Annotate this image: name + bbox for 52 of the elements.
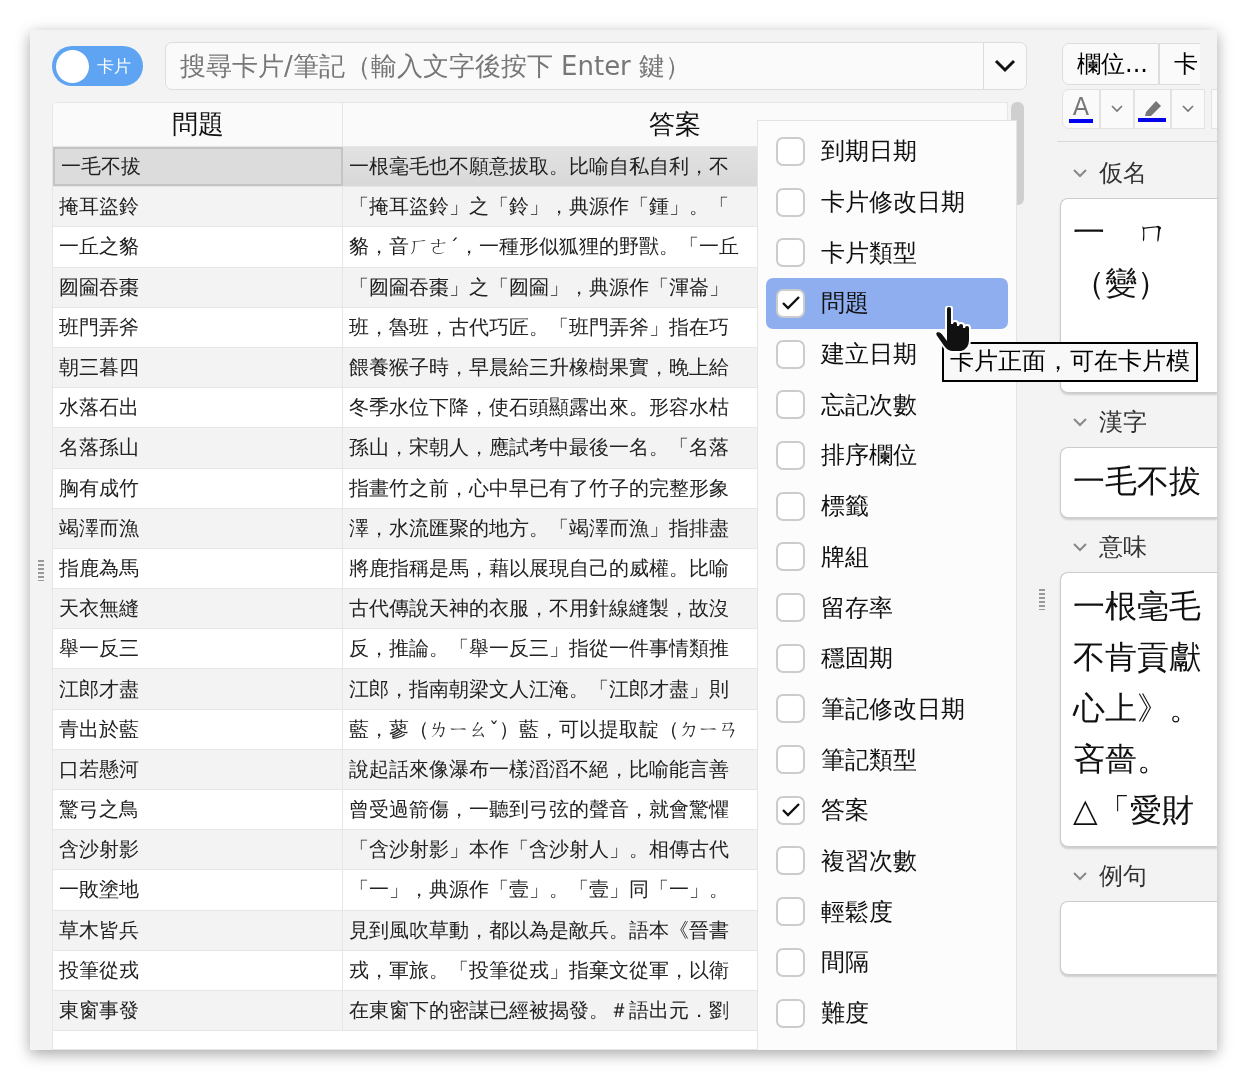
table-cell: 口若懸河: [59, 755, 139, 783]
table-cell: 「掩耳盜鈴」之「鈴」，典源作「鍾」。「: [349, 193, 729, 221]
table-cell: 說起話來像瀑布一樣滔滔不絕，比喻能言善: [349, 755, 729, 783]
table-cell: 江郎，指南朝梁文人江淹。「江郎才盡」則: [349, 675, 729, 703]
table-cell: 「囫圇吞棗」之「囫圇」，典源作「渾崙」: [349, 273, 729, 301]
table-cell: 貉，音ㄏㄜˊ，一種形似狐狸的野獸。「一丘: [349, 233, 739, 261]
table-cell: 囫圇吞棗: [59, 273, 139, 301]
table-cell: 「含沙射影」本作「含沙射人」。相傳古代: [349, 836, 729, 864]
table-cell: 含沙射影: [59, 836, 139, 864]
field-text: 一毛不拔: [1073, 461, 1202, 502]
table-cell: 戎，軍旅。「投筆從戎」指棄文從軍，以衛: [349, 956, 729, 984]
table-cell: 青出於藍: [59, 715, 139, 743]
table-cell: 一毛不拔: [61, 153, 141, 181]
table-cell: 古代傳說天神的衣服，不用針線縫製，故沒: [349, 595, 729, 623]
field-text: 不肯貢獻: [1073, 637, 1202, 678]
table-cell: 指鹿為馬: [59, 554, 139, 582]
field-text: （變）: [1073, 263, 1170, 304]
table-cell: 班門弄斧: [59, 313, 139, 341]
field-text: 吝嗇。: [1073, 739, 1170, 780]
field-text: 心上》。: [1073, 688, 1202, 729]
table-cell: 驚弓之鳥: [59, 796, 139, 824]
table-cell: 江郎才盡: [59, 675, 139, 703]
table-cell: 竭澤而漁: [59, 514, 139, 542]
table-cell: 班，魯班，古代巧匠。「班門弄斧」指在巧: [349, 313, 729, 341]
table-cell: 東窗事發: [59, 997, 139, 1025]
table-cell: 掩耳盜鈴: [59, 193, 139, 221]
field-text: 一 ㄇ: [1073, 212, 1170, 253]
table-cell: 澤，水流匯聚的地方。「竭澤而漁」指排盡: [349, 514, 729, 542]
table-cell: 見到風吹草動，都以為是敵兵。語本《晉書: [349, 916, 729, 944]
table-cell: 反，推論。「舉一反三」指從一件事情類推: [349, 635, 729, 663]
table-cell: 水落石出: [59, 394, 139, 422]
table-cell: 在東窗下的密謀已經被揭發。＃語出元．劉: [349, 997, 729, 1025]
table-cell: 一丘之貉: [59, 233, 139, 261]
table-cell: 孫山，宋朝人，應試考中最後一名。「名落: [349, 434, 729, 462]
table-cell: 一根毫毛也不願意拔取。比喻自私自利，不: [349, 153, 729, 181]
table-cell: 朝三暮四: [59, 354, 139, 382]
table-cell: 一敗塗地: [59, 876, 139, 904]
table-cell: 藍，蓼（ㄌㄧㄠˇ）藍，可以提取靛（ㄉㄧㄢ: [349, 715, 739, 743]
table-cell: 指畫竹之前，心中早已有了竹子的完整形象: [349, 474, 729, 502]
field-text: △「愛財: [1073, 790, 1195, 831]
field-text: 一根毫毛: [1073, 586, 1202, 627]
table-cell: 胸有成竹: [59, 474, 139, 502]
table-cell: 投筆從戎: [59, 956, 139, 984]
table-cell: 名落孫山: [59, 434, 139, 462]
table-cell: 草木皆兵: [59, 916, 139, 944]
table-cell: 將鹿指稱是馬，藉以展現自己的威權。比喻: [349, 554, 729, 582]
table-cell: 冬季水位下降，使石頭顯露出來。形容水枯: [349, 394, 729, 422]
table-cell: 餵養猴子時，早晨給三升橡樹果實，晚上給: [349, 354, 729, 382]
table-cell: 天衣無縫: [59, 595, 139, 623]
table-cell: 舉一反三: [59, 635, 139, 663]
table-cell: 曾受過箭傷，一聽到弓弦的聲音，就會驚懼: [349, 796, 729, 824]
table-cell: 「一」，典源作「壹」。「壹」同「一」。: [349, 876, 729, 904]
